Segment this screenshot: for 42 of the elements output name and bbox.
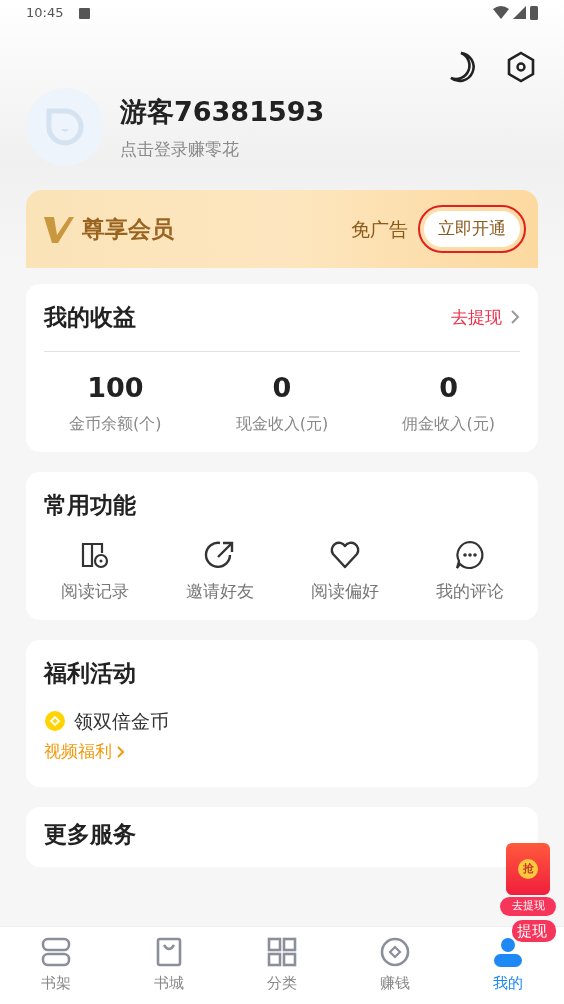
stat-label: 佣金收入(元) [401,413,496,435]
stat-label: 现金收入(元) [234,413,330,435]
stat-value: 0 [271,370,293,405]
chevron-right-icon[interactable] [510,309,520,326]
notification-icon [79,7,91,19]
signal-icon [513,6,526,19]
status-time: 10:45 [26,4,64,23]
stat-value: 100 [86,370,145,405]
function-label[interactable]: 邀请好友 [185,578,254,604]
nav-tab[interactable]: 分类 [260,935,304,996]
vip-title: 尊享会员 [82,213,174,244]
stat-value: 0 [438,370,460,405]
user-name[interactable]: 游客76381593 [120,92,325,133]
gift-envelope[interactable]: 抢 [506,843,550,895]
person-icon [491,936,524,969]
chat-bubble-icon[interactable] [453,538,486,571]
envelope-seal: 抢 [518,859,538,879]
coin-icon [378,936,411,969]
stack-icon [40,936,73,969]
vip-perk: 免广告 [351,216,408,242]
card-title: 更多服务 [44,819,137,849]
withdraw-tag[interactable]: 去提现 [500,897,556,916]
login-prompt[interactable]: 点击登录赚零花 [120,136,325,162]
battery-icon [530,6,538,20]
function-label[interactable]: 阅读记录 [60,578,129,604]
withdraw-badge[interactable]: 提现 [512,919,556,942]
grid-icon [266,936,298,969]
nav-tab[interactable]: 书城 [147,935,192,996]
nav-tab[interactable]: 赚钱 [372,935,417,996]
welfare-item[interactable]: 领双倍金币 [74,706,169,735]
withdraw-link[interactable]: 去提现 [451,304,502,330]
function-label[interactable]: 我的评论 [435,578,504,604]
card-title: 常用功能 [44,491,137,520]
video-welfare-link[interactable]: 视频福利 [44,739,112,765]
coin-icon [44,709,66,732]
nav-tab[interactable]: 书架 [34,935,79,996]
function-label[interactable]: 阅读偏好 [310,578,379,604]
vip-logo-icon [44,215,74,243]
card-title: 我的收益 [44,303,136,332]
wifi-icon [493,6,509,19]
stat-label: 金币余额(个) [68,413,163,435]
card-title: 福利活动 [44,659,137,688]
